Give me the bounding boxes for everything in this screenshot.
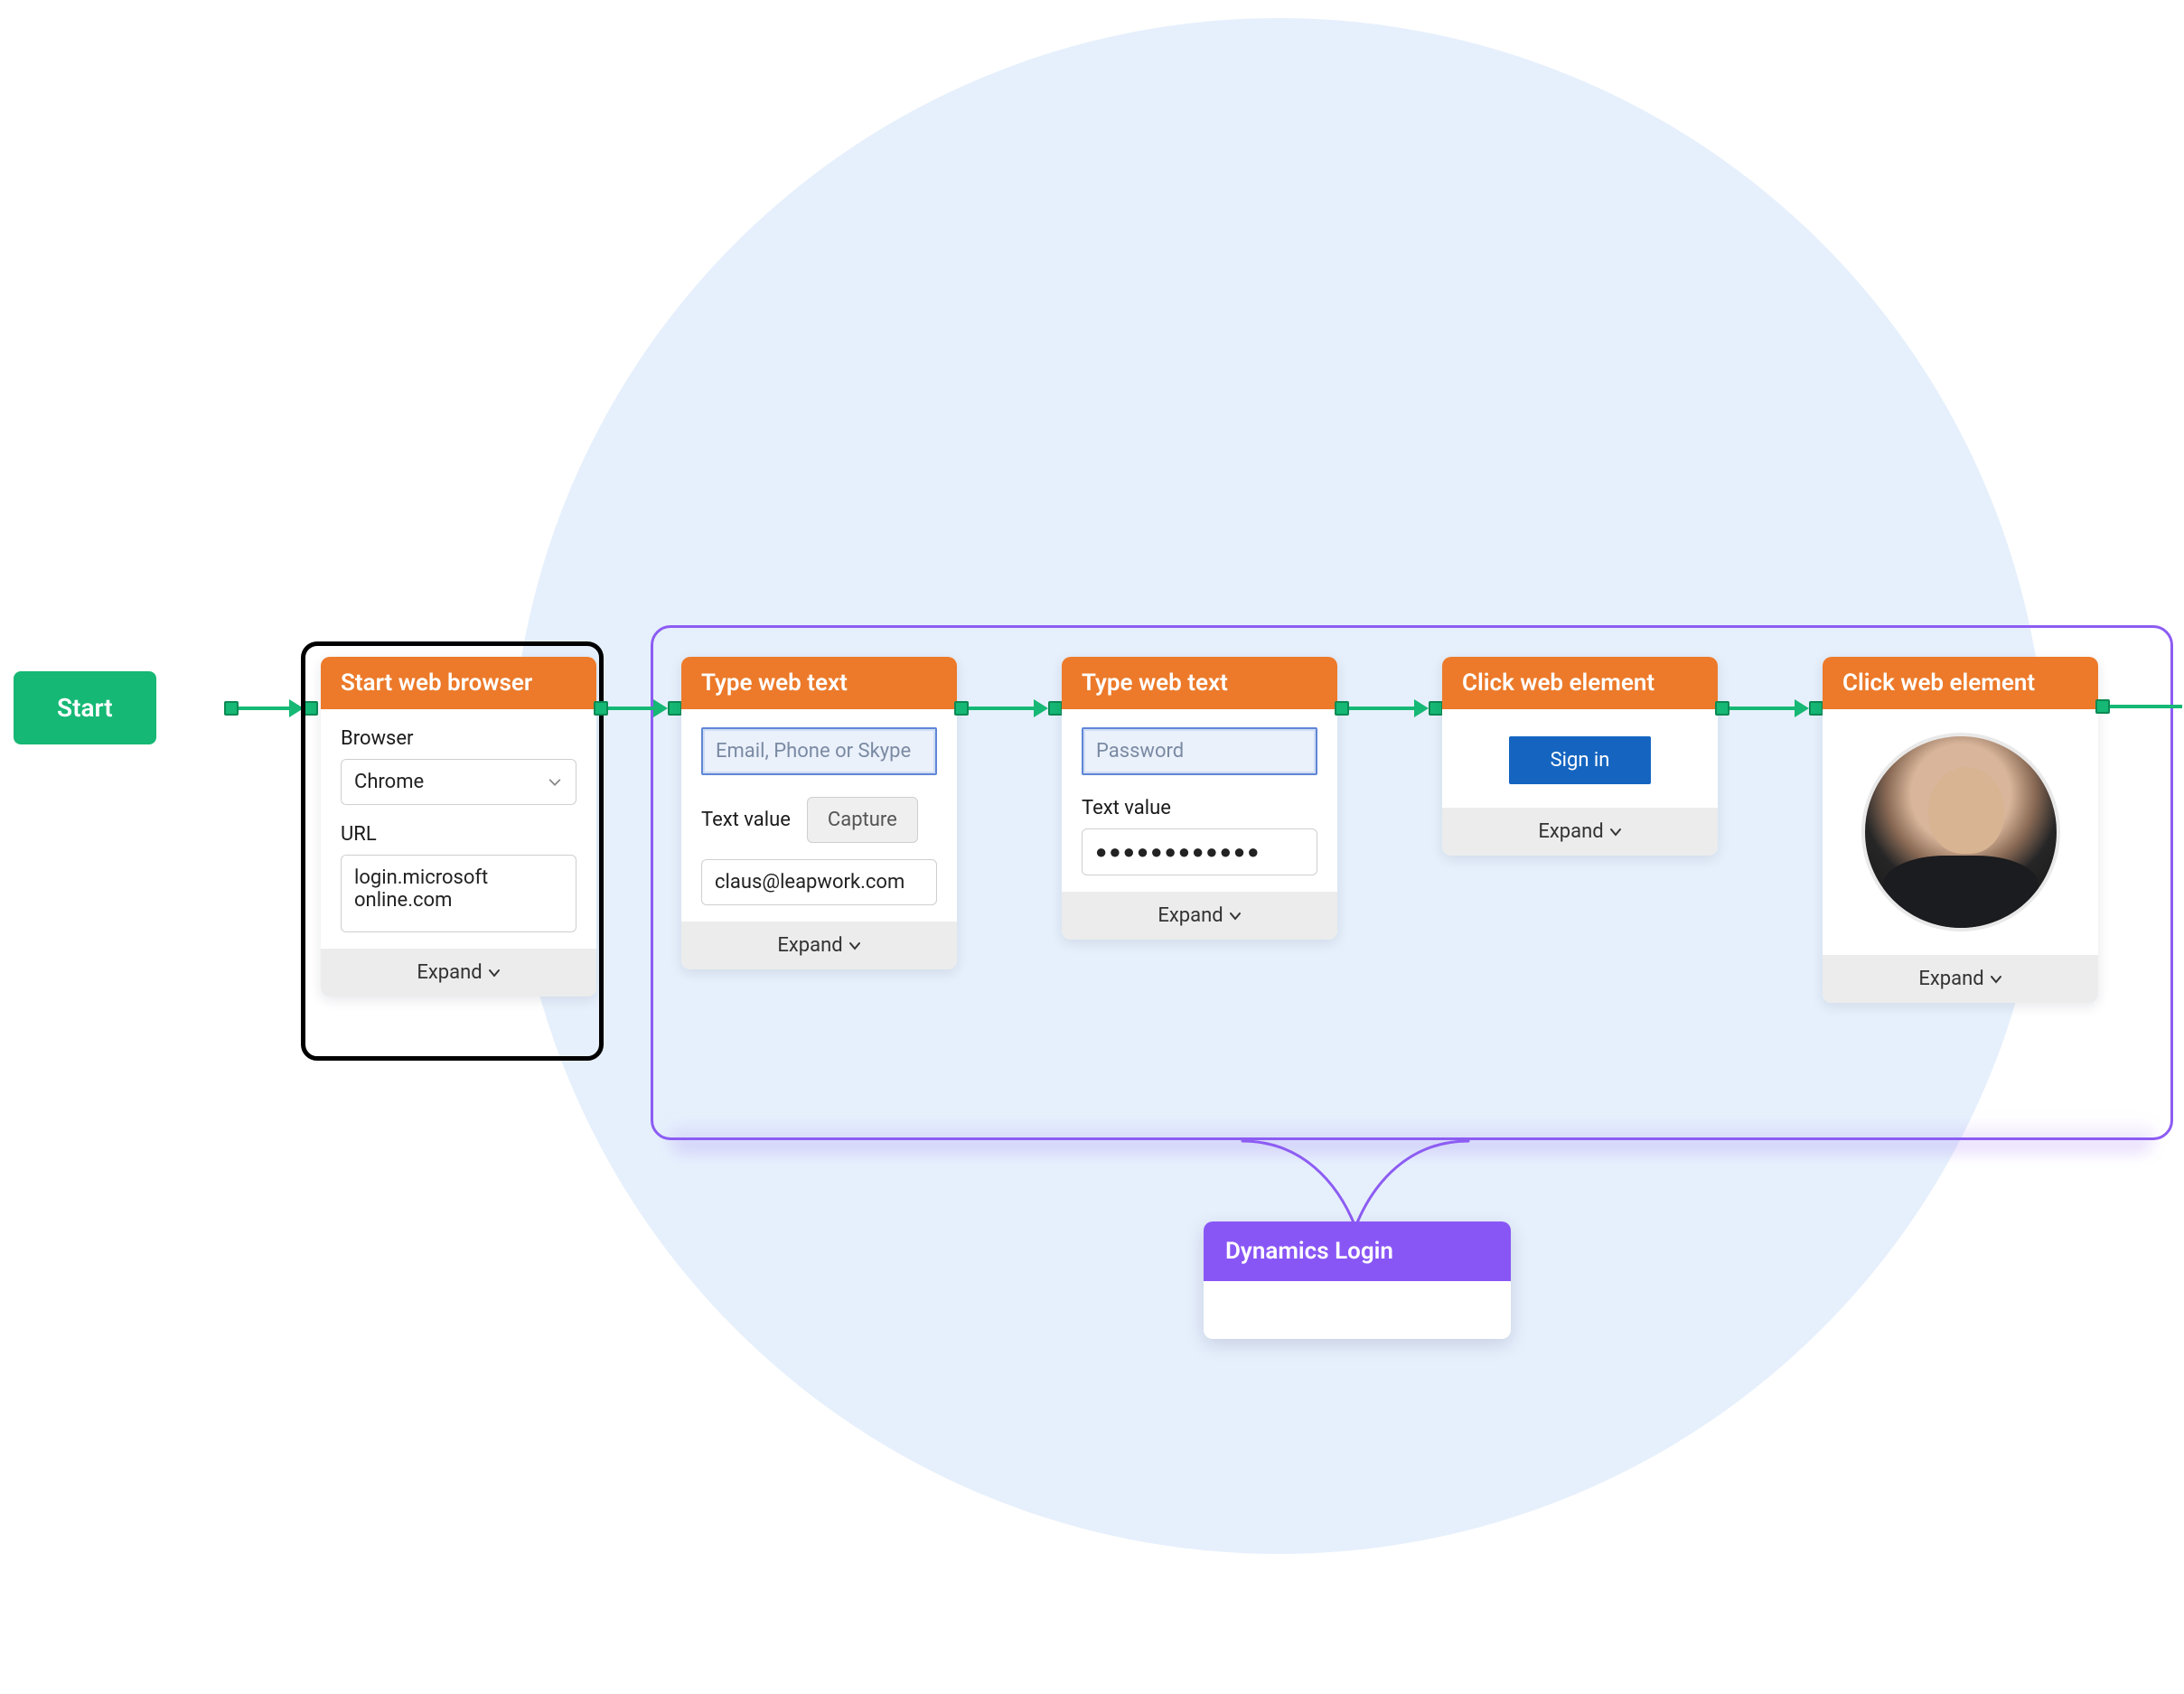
connector-type2-click1	[1335, 699, 1443, 717]
port-in-icon	[304, 701, 318, 716]
expand-label: Expand	[1158, 904, 1223, 927]
node-header[interactable]: Click web element	[1442, 657, 1718, 709]
port-out-icon	[594, 701, 608, 716]
expand-label: Expand	[417, 961, 482, 984]
port-out-icon	[224, 701, 239, 716]
chevron-down-icon	[1990, 973, 2002, 986]
chevron-down-icon	[1229, 910, 1242, 922]
node-title: Type web text	[1082, 669, 1228, 697]
node-click-web-element-avatar[interactable]: Click web element Expand	[1823, 657, 2098, 1003]
port-in-icon	[1809, 701, 1823, 716]
connector-start-browser	[224, 699, 318, 717]
capture-label: Capture	[828, 809, 897, 831]
textvalue-label: Text value	[1082, 797, 1317, 819]
node-title: Click web element	[1462, 669, 1654, 697]
edge-line	[608, 707, 653, 710]
edge-line	[2110, 705, 2182, 708]
edge-line	[1729, 707, 1795, 710]
target-preview: Email, Phone or Skype	[701, 727, 937, 775]
expand-label: Expand	[777, 934, 842, 957]
expand-bar[interactable]: Expand	[321, 949, 596, 997]
target-preview: Password	[1082, 727, 1317, 775]
node-header[interactable]: Type web text	[1062, 657, 1337, 709]
group-label-body	[1204, 1281, 1511, 1339]
chevron-down-icon	[848, 940, 861, 952]
edge-line	[239, 707, 289, 710]
target-placeholder: Email, Phone or Skype	[716, 740, 911, 763]
connector-click2-out	[2095, 699, 2182, 714]
node-type-web-text-password[interactable]: Type web text Password Text value ●●●●●●…	[1062, 657, 1337, 940]
arrow-head-icon	[653, 699, 668, 717]
target-placeholder: Password	[1096, 740, 1184, 763]
textvalue-masked: ●●●●●●●●●●●●	[1095, 840, 1261, 864]
group-label-card[interactable]: Dynamics Login	[1204, 1221, 1511, 1339]
textvalue-label: Text value	[701, 809, 791, 831]
expand-bar[interactable]: Expand	[1823, 955, 2098, 1003]
expand-bar[interactable]: Expand	[1442, 808, 1718, 856]
node-body	[1823, 709, 2098, 955]
arrow-head-icon	[1034, 699, 1048, 717]
signin-preview-button: Sign in	[1509, 736, 1652, 784]
arrow-head-icon	[1414, 699, 1429, 717]
expand-bar[interactable]: Expand	[681, 922, 957, 969]
group-label-text: Dynamics Login	[1225, 1238, 1393, 1265]
node-type-web-text-email[interactable]: Type web text Email, Phone or Skype Text…	[681, 657, 957, 969]
start-node[interactable]: Start	[14, 671, 156, 744]
arrow-head-icon	[289, 699, 304, 717]
avatar	[1861, 733, 2060, 931]
expand-label: Expand	[1538, 820, 1603, 843]
port-in-icon	[1048, 701, 1063, 716]
node-body: Email, Phone or Skype Text value Capture…	[681, 709, 957, 922]
node-body: Sign in	[1442, 709, 1718, 808]
textvalue-field[interactable]: claus@leapwork.com	[701, 859, 937, 905]
port-out-icon	[1335, 701, 1349, 716]
node-header[interactable]: Click web element	[1823, 657, 2098, 709]
textvalue-field[interactable]: ●●●●●●●●●●●●	[1082, 828, 1317, 875]
capture-button[interactable]: Capture	[807, 797, 918, 843]
connector-browser-type1	[594, 699, 682, 717]
expand-label: Expand	[1918, 968, 1983, 990]
port-in-icon	[668, 701, 682, 716]
edge-line	[969, 707, 1034, 710]
url-field[interactable]: login.microsoft online.com	[341, 855, 576, 932]
port-out-icon	[954, 701, 969, 716]
port-out-icon	[1715, 701, 1729, 716]
arrow-head-icon	[1795, 699, 1809, 717]
node-body: Password Text value ●●●●●●●●●●●●	[1062, 709, 1337, 892]
url-label: URL	[341, 823, 576, 846]
chevron-down-icon	[488, 967, 501, 979]
node-title: Click web element	[1842, 669, 2035, 697]
chevron-down-icon	[1609, 826, 1622, 838]
node-header[interactable]: Type web text	[681, 657, 957, 709]
textvalue-value: claus@leapwork.com	[715, 871, 905, 894]
node-start-web-browser[interactable]: Start web browser Browser Chrome URL log…	[321, 657, 596, 997]
edge-line	[1349, 707, 1414, 710]
node-click-web-element-signin[interactable]: Click web element Sign in Expand	[1442, 657, 1718, 856]
connector-type1-type2	[954, 699, 1063, 717]
node-body: Browser Chrome URL login.microsoft onlin…	[321, 709, 596, 949]
connector-click1-click2	[1715, 699, 1823, 717]
node-title: Type web text	[701, 669, 848, 697]
group-label-header[interactable]: Dynamics Login	[1204, 1221, 1511, 1281]
chevron-down-icon	[547, 774, 563, 791]
port-out-icon	[2095, 699, 2110, 714]
browser-label: Browser	[341, 727, 576, 750]
expand-bar[interactable]: Expand	[1062, 892, 1337, 940]
browser-select[interactable]: Chrome	[341, 759, 576, 805]
node-title: Start web browser	[341, 669, 532, 697]
node-header[interactable]: Start web browser	[321, 657, 596, 709]
diagram-canvas: Start Start web browser Browser Chrome U…	[0, 0, 2184, 1694]
start-label: Start	[57, 693, 113, 723]
browser-value: Chrome	[354, 771, 424, 793]
url-value: login.microsoft online.com	[354, 866, 488, 912]
port-in-icon	[1429, 701, 1443, 716]
signin-label: Sign in	[1551, 749, 1610, 772]
